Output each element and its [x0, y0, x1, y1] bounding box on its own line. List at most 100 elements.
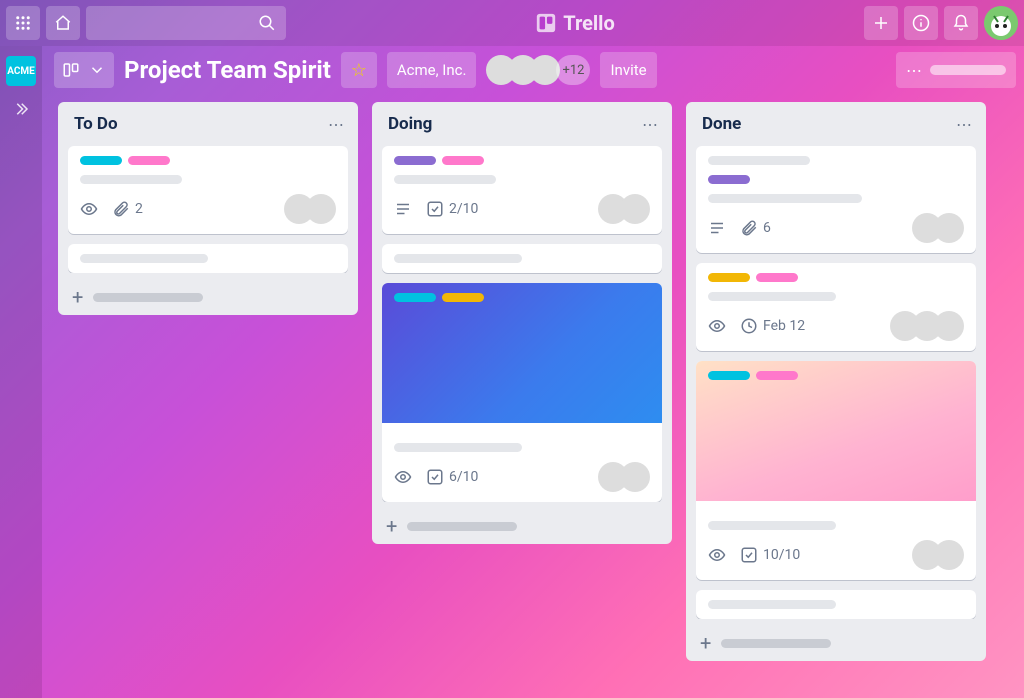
board-canvas: To Do ⋯ 2 [54, 98, 1024, 698]
label-pink[interactable] [756, 273, 798, 282]
invite-label: Invite [610, 61, 646, 79]
due-date-badge: Feb 12 [740, 317, 805, 335]
bell-icon [952, 14, 970, 32]
search-icon [258, 14, 276, 32]
card[interactable] [382, 244, 662, 273]
checklist-icon [740, 546, 758, 564]
card-title-placeholder [394, 254, 522, 263]
member-avatar[interactable] [620, 194, 650, 224]
label-yellow[interactable] [708, 273, 750, 282]
label-purple[interactable] [394, 156, 436, 165]
checklist-icon [426, 468, 444, 486]
eye-icon [708, 317, 726, 335]
list-title[interactable]: Done [702, 114, 741, 134]
card[interactable]: 6/10 [382, 283, 662, 502]
card[interactable] [68, 244, 348, 273]
apps-grid-button[interactable] [6, 6, 40, 40]
workspace-name: Acme, Inc. [397, 61, 467, 79]
home-button[interactable] [46, 6, 80, 40]
label-cyan[interactable] [394, 293, 436, 302]
label-yellow[interactable] [442, 293, 484, 302]
label-pink[interactable] [756, 371, 798, 380]
app-name: Trello [563, 11, 615, 35]
add-card-button[interactable]: + [68, 283, 348, 307]
notifications-button[interactable] [944, 6, 978, 40]
add-card-button[interactable]: + [382, 512, 662, 536]
card[interactable]: 2 [68, 146, 348, 234]
eye-icon [394, 468, 412, 486]
card-labels [80, 156, 336, 165]
board-view-switcher[interactable] [54, 52, 114, 88]
watch-badge [394, 468, 412, 486]
checklist-badge: 6/10 [426, 468, 478, 486]
list-menu-button[interactable]: ⋯ [956, 115, 972, 134]
card-members [890, 311, 964, 341]
list-menu-button[interactable]: ⋯ [328, 115, 344, 134]
card[interactable]: 10/10 [696, 361, 976, 580]
member-avatar[interactable] [934, 540, 964, 570]
card[interactable]: Feb 12 [696, 263, 976, 351]
card-title-placeholder [708, 156, 810, 165]
checklist-badge: 2/10 [426, 200, 478, 218]
create-button[interactable] [864, 6, 898, 40]
paperclip-icon [112, 200, 130, 218]
invite-button[interactable]: Invite [600, 52, 656, 88]
workspace-button[interactable]: Acme, Inc. [387, 52, 477, 88]
board-icon [62, 61, 80, 79]
description-icon [708, 219, 726, 237]
info-button[interactable] [904, 6, 938, 40]
label-cyan[interactable] [80, 156, 122, 165]
top-bar: Trello [0, 0, 1024, 46]
list-title[interactable]: Doing [388, 114, 432, 134]
eye-icon [708, 546, 726, 564]
label-cyan[interactable] [708, 371, 750, 380]
watch-badge [80, 200, 98, 218]
checklist-badge: 10/10 [740, 546, 800, 564]
card-labels [394, 156, 650, 165]
board-members[interactable]: +12 [486, 55, 590, 85]
eye-icon [80, 200, 98, 218]
card-title-placeholder [708, 292, 836, 301]
card[interactable] [696, 590, 976, 619]
user-avatar[interactable] [984, 6, 1018, 40]
list-title[interactable]: To Do [74, 114, 118, 134]
plus-icon: + [72, 287, 83, 307]
card[interactable]: 2/10 [382, 146, 662, 234]
card-labels [708, 273, 964, 282]
paperclip-icon [740, 219, 758, 237]
card-text-placeholder [708, 194, 862, 203]
home-icon [54, 14, 72, 32]
member-avatar[interactable] [306, 194, 336, 224]
card-cover [382, 283, 662, 423]
more-members-count[interactable]: +12 [556, 55, 590, 85]
card-members [598, 462, 650, 492]
label-purple[interactable] [708, 175, 750, 184]
label-pink[interactable] [128, 156, 170, 165]
workspace-badge[interactable]: ACME [6, 56, 36, 86]
card-members [912, 213, 964, 243]
description-icon [394, 200, 412, 218]
list-menu-button[interactable]: ⋯ [642, 115, 658, 134]
card-title-placeholder [80, 175, 182, 184]
more-icon: ⋯ [906, 61, 922, 80]
watch-badge [708, 317, 726, 335]
plus-icon: + [386, 516, 397, 536]
card-title-placeholder [394, 175, 496, 184]
description-badge [394, 200, 412, 218]
attachments-badge: 6 [740, 219, 771, 237]
card[interactable]: 6 [696, 146, 976, 253]
label-pink[interactable] [442, 156, 484, 165]
add-card-button[interactable]: + [696, 629, 976, 653]
board-title[interactable]: Project Team Spirit [124, 56, 331, 84]
plus-icon [872, 14, 890, 32]
list-doing: Doing ⋯ 2/10 [372, 102, 672, 544]
card-title-placeholder [708, 600, 836, 609]
member-avatar[interactable] [620, 462, 650, 492]
member-avatar[interactable] [934, 311, 964, 341]
expand-sidebar-button[interactable] [12, 100, 30, 122]
star-board-button[interactable]: ☆ [341, 52, 377, 88]
board-menu-button[interactable]: ⋯ [896, 52, 1016, 88]
search-input[interactable] [86, 6, 286, 40]
card-cover [696, 361, 976, 501]
member-avatar[interactable] [934, 213, 964, 243]
